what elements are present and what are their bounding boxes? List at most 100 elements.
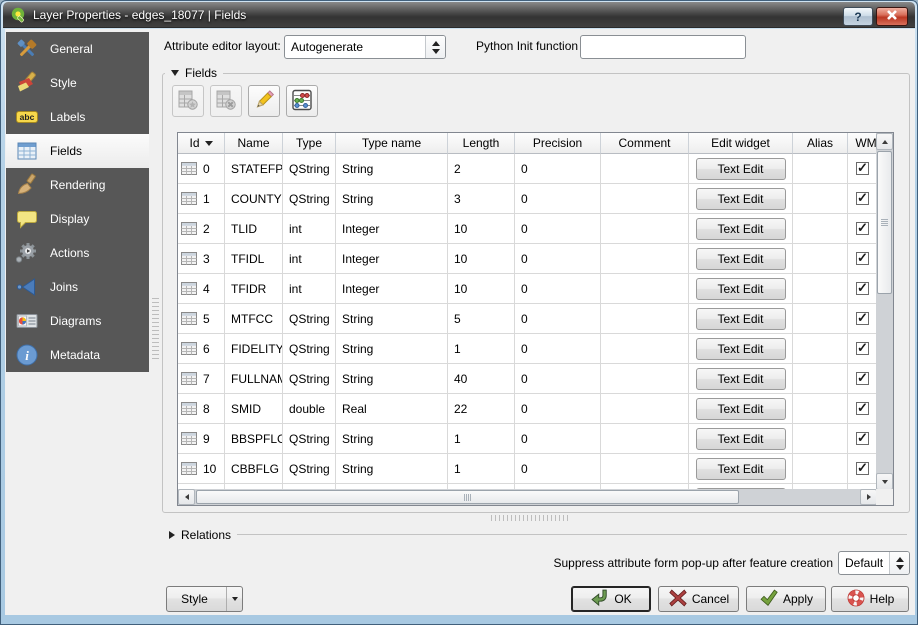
cell-precision[interactable]: 0: [515, 154, 601, 184]
sidebar-item-actions[interactable]: Actions: [6, 236, 149, 270]
horizontal-scrollbar[interactable]: [178, 489, 877, 505]
cell-type-name[interactable]: String: [336, 304, 448, 334]
cell-length[interactable]: 5: [448, 304, 515, 334]
cell-type-name[interactable]: Integer: [336, 274, 448, 304]
toggle-editing-button[interactable]: [248, 85, 280, 117]
sidebar-item-joins[interactable]: Joins: [6, 270, 149, 304]
cell-edit-widget[interactable]: Text Edit: [689, 274, 793, 304]
cell-length[interactable]: 10: [448, 244, 515, 274]
fields-group-caption[interactable]: Fields: [165, 65, 223, 81]
titlebar[interactable]: Layer Properties - edges_18077 | Fields …: [3, 2, 915, 28]
cell-edit-widget[interactable]: Text Edit: [689, 214, 793, 244]
cell-edit-widget[interactable]: Text Edit: [689, 184, 793, 214]
cell-comment[interactable]: [601, 304, 689, 334]
cell-length[interactable]: 10: [448, 274, 515, 304]
cell-type[interactable]: QString: [283, 304, 336, 334]
wms-checkbox[interactable]: [856, 342, 869, 355]
cell-wms[interactable]: [848, 244, 877, 274]
column-header-precision[interactable]: Precision: [515, 133, 601, 154]
cell-precision[interactable]: 0: [515, 424, 601, 454]
cell-edit-widget[interactable]: Text Edit: [689, 364, 793, 394]
edit-widget-button[interactable]: Text Edit: [696, 338, 786, 360]
column-header-name[interactable]: Name: [225, 133, 283, 154]
cell-precision[interactable]: 0: [515, 364, 601, 394]
cell-type-name[interactable]: String: [336, 154, 448, 184]
cell-type[interactable]: int: [283, 274, 336, 304]
column-header-length[interactable]: Length: [448, 133, 515, 154]
cell-name[interactable]: MTFCC: [225, 304, 283, 334]
cell-id[interactable]: 6: [178, 334, 225, 364]
cell-alias[interactable]: [793, 304, 848, 334]
sidebar-item-style[interactable]: Style: [6, 66, 149, 100]
cell-type[interactable]: QString: [283, 424, 336, 454]
cell-wms[interactable]: [848, 394, 877, 424]
cell-length[interactable]: 22: [448, 394, 515, 424]
wms-checkbox[interactable]: [856, 312, 869, 325]
cell-type-name[interactable]: String: [336, 184, 448, 214]
suppress-combo[interactable]: Default: [838, 551, 910, 575]
cell-id[interactable]: 2: [178, 214, 225, 244]
cell-id[interactable]: 4: [178, 274, 225, 304]
cell-type[interactable]: QString: [283, 184, 336, 214]
sidebar-item-rendering[interactable]: Rendering: [6, 168, 149, 202]
cell-length[interactable]: 40: [448, 364, 515, 394]
cell-name[interactable]: FIDELITY: [225, 334, 283, 364]
sidebar-item-metadata[interactable]: iMetadata: [6, 338, 149, 372]
wms-checkbox[interactable]: [856, 462, 869, 475]
cell-precision[interactable]: 0: [515, 304, 601, 334]
cell-name[interactable]: TLID: [225, 214, 283, 244]
wms-checkbox[interactable]: [856, 162, 869, 175]
cell-edit-widget[interactable]: Text Edit: [689, 454, 793, 484]
horizontal-scroll-thumb[interactable]: [196, 490, 739, 504]
cell-length[interactable]: 3: [448, 184, 515, 214]
window-close-button[interactable]: [876, 7, 908, 26]
cell-alias[interactable]: [793, 214, 848, 244]
cell-type-name[interactable]: String: [336, 454, 448, 484]
cell-precision[interactable]: 0: [515, 244, 601, 274]
cell-id[interactable]: 1: [178, 184, 225, 214]
cell-type-name[interactable]: Real: [336, 394, 448, 424]
cell-name[interactable]: SMID: [225, 394, 283, 424]
python-init-input[interactable]: [580, 35, 746, 59]
wms-checkbox[interactable]: [856, 192, 869, 205]
cell-name[interactable]: STATEFP: [225, 154, 283, 184]
cell-edit-widget[interactable]: Text Edit: [689, 394, 793, 424]
cell-precision[interactable]: 0: [515, 394, 601, 424]
column-header-type-name[interactable]: Type name: [336, 133, 448, 154]
cell-comment[interactable]: [601, 244, 689, 274]
cell-name[interactable]: FULLNAME: [225, 364, 283, 394]
edit-widget-button[interactable]: Text Edit: [696, 188, 786, 210]
cell-edit-widget[interactable]: Text Edit: [689, 154, 793, 184]
cell-length[interactable]: 2: [448, 154, 515, 184]
cell-type[interactable]: double: [283, 394, 336, 424]
cell-comment[interactable]: [601, 454, 689, 484]
wms-checkbox[interactable]: [856, 282, 869, 295]
cell-wms[interactable]: [848, 214, 877, 244]
cell-alias[interactable]: [793, 334, 848, 364]
cell-type[interactable]: QString: [283, 334, 336, 364]
column-header-alias[interactable]: Alias: [793, 133, 848, 154]
cell-name[interactable]: CBBFLG: [225, 454, 283, 484]
cell-alias[interactable]: [793, 394, 848, 424]
cell-type[interactable]: QString: [283, 364, 336, 394]
cell-type-name[interactable]: Integer: [336, 214, 448, 244]
column-header-edit-widget[interactable]: Edit widget: [689, 133, 793, 154]
sidebar-item-display[interactable]: Display: [6, 202, 149, 236]
cell-id[interactable]: 5: [178, 304, 225, 334]
cell-comment[interactable]: [601, 394, 689, 424]
wms-checkbox[interactable]: [856, 222, 869, 235]
window-help-button[interactable]: ?: [843, 7, 873, 26]
cell-name[interactable]: TFIDR: [225, 274, 283, 304]
apply-button[interactable]: Apply: [746, 586, 826, 612]
cell-wms[interactable]: [848, 304, 877, 334]
column-header-id[interactable]: Id: [178, 133, 225, 154]
cell-precision[interactable]: 0: [515, 274, 601, 304]
sidebar-splitter-handle[interactable]: [152, 296, 159, 360]
cell-id[interactable]: 7: [178, 364, 225, 394]
edit-widget-button[interactable]: Text Edit: [696, 368, 786, 390]
relations-group-caption[interactable]: Relations: [163, 527, 237, 543]
cell-comment[interactable]: [601, 184, 689, 214]
cell-wms[interactable]: [848, 334, 877, 364]
help-button[interactable]: Help: [831, 586, 909, 612]
cell-edit-widget[interactable]: Text Edit: [689, 334, 793, 364]
